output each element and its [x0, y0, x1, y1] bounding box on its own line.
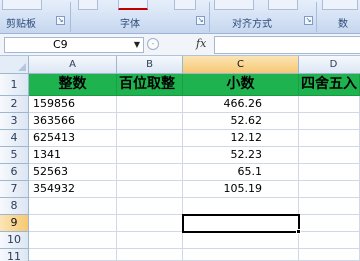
active-cell-border[interactable]	[182, 214, 300, 233]
row-header-2[interactable]: 2	[0, 96, 29, 113]
column-header-b[interactable]: B	[117, 56, 183, 74]
alignment-launcher-icon[interactable]: ↘	[304, 16, 313, 25]
cell-d8[interactable]	[299, 198, 360, 215]
select-all-corner[interactable]	[0, 56, 29, 74]
cell-a7[interactable]: 354932	[29, 181, 117, 198]
cell-b9[interactable]	[117, 215, 183, 232]
fx-icon[interactable]: fx	[196, 37, 206, 50]
formula-expand-icon[interactable]: -	[147, 38, 159, 50]
name-box-value: C9	[53, 38, 68, 51]
cell-b8[interactable]	[117, 198, 183, 215]
row-header-6[interactable]: 6	[0, 164, 29, 181]
cell-c11[interactable]	[183, 249, 299, 261]
row-header-9[interactable]: 9	[0, 215, 29, 232]
header-cell-b1[interactable]: 百位取整	[117, 74, 183, 96]
name-box[interactable]: C9 ▼	[4, 37, 144, 53]
ribbon-control[interactable]	[214, 0, 254, 10]
font-launcher-icon[interactable]: ↘	[196, 16, 205, 25]
ribbon-control[interactable]	[268, 0, 298, 10]
cell-d10[interactable]	[299, 232, 360, 249]
cell-b5[interactable]	[117, 147, 183, 164]
cell-b3[interactable]	[117, 113, 183, 130]
ribbon: 剪贴板 ↘ 字体 ↘ 对齐方式 ↘ 数	[0, 0, 360, 34]
ribbon-control[interactable]	[2, 0, 42, 10]
cell-a10[interactable]	[29, 232, 117, 249]
cell-b4[interactable]	[117, 130, 183, 147]
ribbon-separator	[209, 2, 210, 32]
cell-c3[interactable]: 52.62	[183, 113, 299, 130]
cell-c2[interactable]: 466.26	[183, 96, 299, 113]
fill-handle[interactable]	[296, 229, 301, 234]
cell-a3[interactable]: 363566	[29, 113, 117, 130]
column-header-a[interactable]: A	[29, 56, 117, 74]
cell-b2[interactable]	[117, 96, 183, 113]
cell-a2[interactable]: 159856	[29, 96, 117, 113]
column-header-c[interactable]: C	[183, 56, 299, 74]
font-color-button[interactable]	[118, 0, 148, 10]
header-cell-a1[interactable]: 整数	[29, 74, 117, 96]
cell-d7[interactable]	[299, 181, 360, 198]
alignment-group-label: 对齐方式	[232, 19, 272, 30]
cell-b10[interactable]	[117, 232, 183, 249]
cell-a5[interactable]: 1341	[29, 147, 117, 164]
header-cell-c1[interactable]: 小数	[183, 74, 299, 96]
row-header-3[interactable]: 3	[0, 113, 29, 130]
row-header-4[interactable]: 4	[0, 130, 29, 147]
cell-d11[interactable]	[299, 249, 360, 261]
row-header-1[interactable]: 1	[0, 74, 29, 96]
row-header-5[interactable]: 5	[0, 147, 29, 164]
cell-d5[interactable]	[299, 147, 360, 164]
cell-d9[interactable]	[299, 215, 360, 232]
cell-c6[interactable]: 65.1	[183, 164, 299, 181]
clipboard-launcher-icon[interactable]: ↘	[56, 16, 65, 25]
ribbon-control[interactable]	[174, 0, 196, 10]
row-header-11[interactable]: 11	[0, 249, 29, 261]
cell-c5[interactable]: 52.23	[183, 147, 299, 164]
cell-b7[interactable]	[117, 181, 183, 198]
formula-input[interactable]	[214, 36, 360, 54]
ribbon-separator	[316, 2, 317, 32]
cell-c7[interactable]: 105.19	[183, 181, 299, 198]
cell-d2[interactable]	[299, 96, 360, 113]
cell-b6[interactable]	[117, 164, 183, 181]
row-header-7[interactable]: 7	[0, 181, 29, 198]
cell-a11[interactable]	[29, 249, 117, 261]
cell-a9[interactable]	[29, 215, 117, 232]
cell-d6[interactable]	[299, 164, 360, 181]
cell-d4[interactable]	[299, 130, 360, 147]
cell-c4[interactable]: 12.12	[183, 130, 299, 147]
font-group-label: 字体	[120, 19, 140, 30]
ribbon-control[interactable]	[322, 0, 358, 10]
row-header-10[interactable]: 10	[0, 232, 29, 249]
cell-c10[interactable]	[183, 232, 299, 249]
ribbon-separator	[70, 2, 71, 32]
cell-c8[interactable]	[183, 198, 299, 215]
column-header-d[interactable]: D	[299, 56, 360, 74]
cell-a8[interactable]	[29, 198, 117, 215]
cell-a4[interactable]: 625413	[29, 130, 117, 147]
cell-a6[interactable]: 52563	[29, 164, 117, 181]
ribbon-control[interactable]	[78, 0, 98, 10]
header-cell-d1[interactable]: 四舍五入	[299, 74, 360, 96]
formula-bar: C9 ▼ - fx	[0, 34, 360, 56]
row-header-8[interactable]: 8	[0, 198, 29, 215]
cell-d3[interactable]	[299, 113, 360, 130]
cell-b11[interactable]	[117, 249, 183, 261]
clipboard-group-label: 剪贴板	[6, 19, 36, 30]
chevron-down-icon[interactable]: ▼	[134, 41, 140, 49]
number-group-label: 数	[338, 19, 348, 30]
